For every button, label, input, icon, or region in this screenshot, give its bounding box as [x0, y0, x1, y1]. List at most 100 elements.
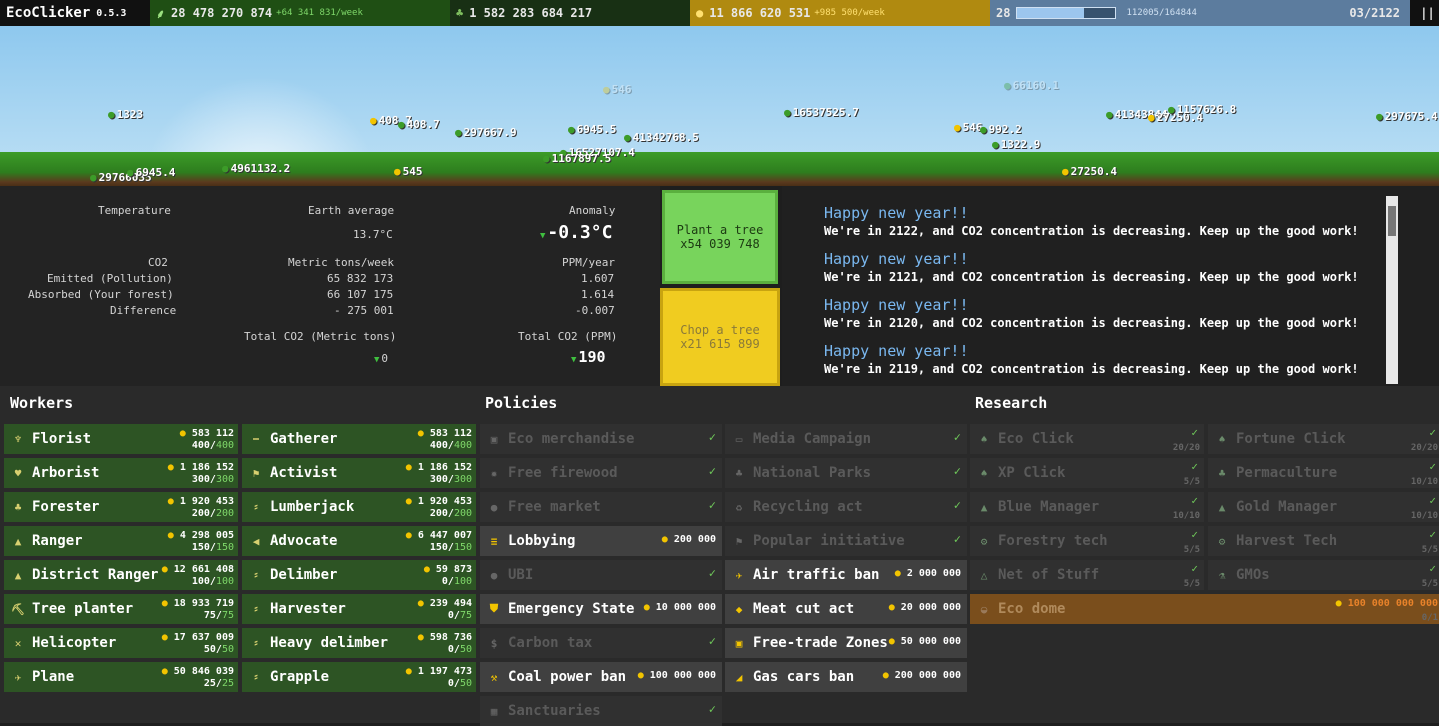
- coin-icon: ●: [394, 165, 401, 178]
- coin-icon: ●: [405, 666, 418, 677]
- worker-card-harvester[interactable]: ⸗ Harvester ● 239 494 0/75: [242, 594, 476, 624]
- news-scrollbar[interactable]: [1386, 196, 1398, 384]
- policy-name: Meat cut act: [753, 601, 855, 617]
- chop-tree-button[interactable]: Chop a tree x21 615 899: [660, 288, 780, 386]
- worker-card-grapple[interactable]: ⸗ Grapple ● 1 197 473 0/50: [242, 662, 476, 692]
- worker-card-tree-planter[interactable]: ⛏ Tree planter ● 18 933 719 75/75: [4, 594, 238, 624]
- worker-card-heavy-delimber[interactable]: ⸗ Heavy delimber ● 598 736 0/50: [242, 628, 476, 658]
- floating-value: 297667.9: [463, 126, 517, 139]
- sanctuary-icon: ▦: [490, 704, 498, 718]
- research-level: 5/5: [1183, 579, 1200, 589]
- fire-icon: ✹: [490, 466, 498, 480]
- policy-name: Lobbying: [508, 533, 576, 549]
- scrollbar-thumb[interactable]: [1388, 206, 1396, 236]
- worker-card-district-ranger[interactable]: ▲ District Ranger ● 12 661 408 100/100: [4, 560, 238, 590]
- progress-fill: [1017, 8, 1085, 18]
- worker-name: Forester: [32, 499, 100, 515]
- planter-icon: ⛏: [11, 602, 25, 616]
- worker-card-florist[interactable]: ♆ Florist ● 583 112 400/400: [4, 424, 238, 454]
- worker-price: ● 1 186 152 300/300: [168, 462, 234, 486]
- worker-cost: 1 920 453: [179, 496, 234, 507]
- worker-owned: 50: [203, 644, 216, 655]
- worker-count: 0/100: [441, 576, 472, 587]
- worker-card-gatherer[interactable]: ⎯ Gatherer ● 583 112 400/400: [242, 424, 476, 454]
- worker-cost: 239 494: [429, 598, 472, 609]
- worker-card-arborist[interactable]: ♥ Arborist ● 1 186 152 300/300: [4, 458, 238, 488]
- blue-hat-icon: ▲: [980, 500, 988, 514]
- coin-icon: ●: [161, 632, 174, 643]
- worker-card-helicopter[interactable]: ✕ Helicopter ● 17 637 009 50/50: [4, 628, 238, 658]
- research-title: Research: [975, 394, 1048, 412]
- worker-card-lumberjack[interactable]: ⸗ Lumberjack ● 1 920 453 200/200: [242, 492, 476, 522]
- workers-panel: Workers ♆ Florist ● 583 112 400/400 ⎯ Gathere…: [0, 386, 478, 723]
- coin-icon: ●: [417, 598, 430, 609]
- floating-value: 6945.5: [576, 123, 617, 136]
- floating-number: ● 1167897.5: [543, 152, 611, 165]
- worker-count: 100/100: [191, 576, 234, 587]
- worker-max: 400: [453, 440, 472, 451]
- worker-max: 50: [221, 644, 234, 655]
- worker-count: 0/50: [447, 678, 472, 689]
- coin-icon: ●: [405, 530, 418, 541]
- worker-owned: 300: [429, 474, 448, 485]
- worker-cost: 1 186 152: [417, 462, 472, 473]
- floating-number: ● 297667.9: [455, 126, 517, 139]
- coin-icon: ●: [603, 83, 610, 96]
- leaf-icon: ●: [455, 126, 462, 139]
- checkmark-icon: ✓: [1429, 562, 1436, 575]
- worker-count: 150/150: [429, 542, 472, 553]
- worker-count: 75/75: [203, 610, 234, 621]
- emitted-ppm: 1.607: [581, 272, 615, 285]
- coin-icon: ●: [696, 6, 704, 20]
- leaf-icon: ●: [624, 131, 631, 144]
- policy-name: Free firewood: [508, 465, 618, 481]
- policies-title: Policies: [485, 394, 558, 412]
- checkmark-icon: ✓: [953, 498, 961, 512]
- tree-icon: ♣: [456, 6, 464, 20]
- shop-icon: ▣: [490, 432, 498, 446]
- worker-owned: 300: [191, 474, 210, 485]
- policy-gas-cars-ban[interactable]: ◢ Gas cars ban ● 200 000 000: [725, 662, 967, 692]
- policy-meat-cut-act[interactable]: ◆ Meat cut act ● 20 000 000: [725, 594, 967, 624]
- worker-card-advocate[interactable]: ◀ Advocate ● 6 447 007 150/150: [242, 526, 476, 556]
- policy-emergency-state[interactable]: ⛊ Emergency State ● 10 000 000: [480, 594, 722, 624]
- news-item: Happy new year!! We're in 2122, and CO2 …: [824, 204, 1359, 238]
- worker-card-plane[interactable]: ✈ Plane ● 50 846 039 25/25: [4, 662, 238, 692]
- worker-price: ● 18 933 719 75/75: [162, 598, 234, 622]
- worker-card-forester[interactable]: ♣ Forester ● 1 920 453 200/200: [4, 492, 238, 522]
- research-eco-dome[interactable]: ◒ Eco dome ● 100 000 000 000 0/1: [970, 594, 1439, 624]
- worker-card-ranger[interactable]: ▲ Ranger ● 4 298 005 150/150: [4, 526, 238, 556]
- coin-icon: ●: [167, 496, 180, 507]
- floating-value: 992.2: [988, 123, 1022, 136]
- shield-icon: ⛊: [489, 602, 499, 615]
- policy-coal-power-ban[interactable]: ⚒ Coal power ban ● 100 000 000: [480, 662, 722, 692]
- policy-lobbying[interactable]: ≡ Lobbying ● 200 000: [480, 526, 722, 556]
- floating-number: ● 4961132.2: [222, 162, 290, 175]
- total-ppm-label: Total CO2 (PPM): [518, 330, 618, 343]
- workers-title: Workers: [10, 394, 74, 412]
- plant-tree-button[interactable]: Plant a tree x54 039 748: [662, 190, 778, 284]
- plant-tree-label: Plant a tree: [676, 223, 764, 237]
- coin-icon: ●: [161, 666, 174, 677]
- total-ppm-value: ▼ 190: [571, 348, 606, 366]
- tree-icon: ♣: [14, 500, 22, 514]
- worker-name: Harvester: [270, 601, 346, 617]
- down-arrow-icon: ▼: [571, 355, 577, 365]
- worker-name: Plane: [32, 669, 75, 685]
- worker-card-delimber[interactable]: ⸗ Delimber ● 59 873 0/100: [242, 560, 476, 590]
- megaphone-icon: ◀: [252, 534, 260, 548]
- policy-air-traffic-ban[interactable]: ✈ Air traffic ban ● 2 000 000: [725, 560, 967, 590]
- floating-number: ● 66160.1: [1004, 79, 1059, 92]
- policies-panel: Policies ▣ Eco merchandise ✓ ▭ Media Campaig…: [478, 386, 968, 726]
- checkmark-icon: ✓: [708, 430, 716, 444]
- news-body: We're in 2121, and CO2 concentration is …: [824, 270, 1359, 284]
- policy-free-trade-zones[interactable]: ▣ Free-trade Zones ● 50 000 000: [725, 628, 967, 658]
- worker-price: ● 4 298 005 150/150: [168, 530, 234, 554]
- floating-value: 27250.4: [1070, 165, 1117, 178]
- worker-card-activist[interactable]: ⚑ Activist ● 1 186 152 300/300: [242, 458, 476, 488]
- landscape-click-area[interactable]: ● 1323 ● 408.7 ● 408.7 ● 297667.9 ● 6945.5 ● 165271…: [0, 26, 1439, 186]
- policy-media-campaign: ▭ Media Campaign ✓: [725, 424, 967, 454]
- news-feed[interactable]: Happy new year!! We're in 2122, and CO2 …: [782, 186, 1439, 386]
- pause-button[interactable]: ||: [1410, 0, 1439, 26]
- coin-icon: ●: [888, 636, 901, 647]
